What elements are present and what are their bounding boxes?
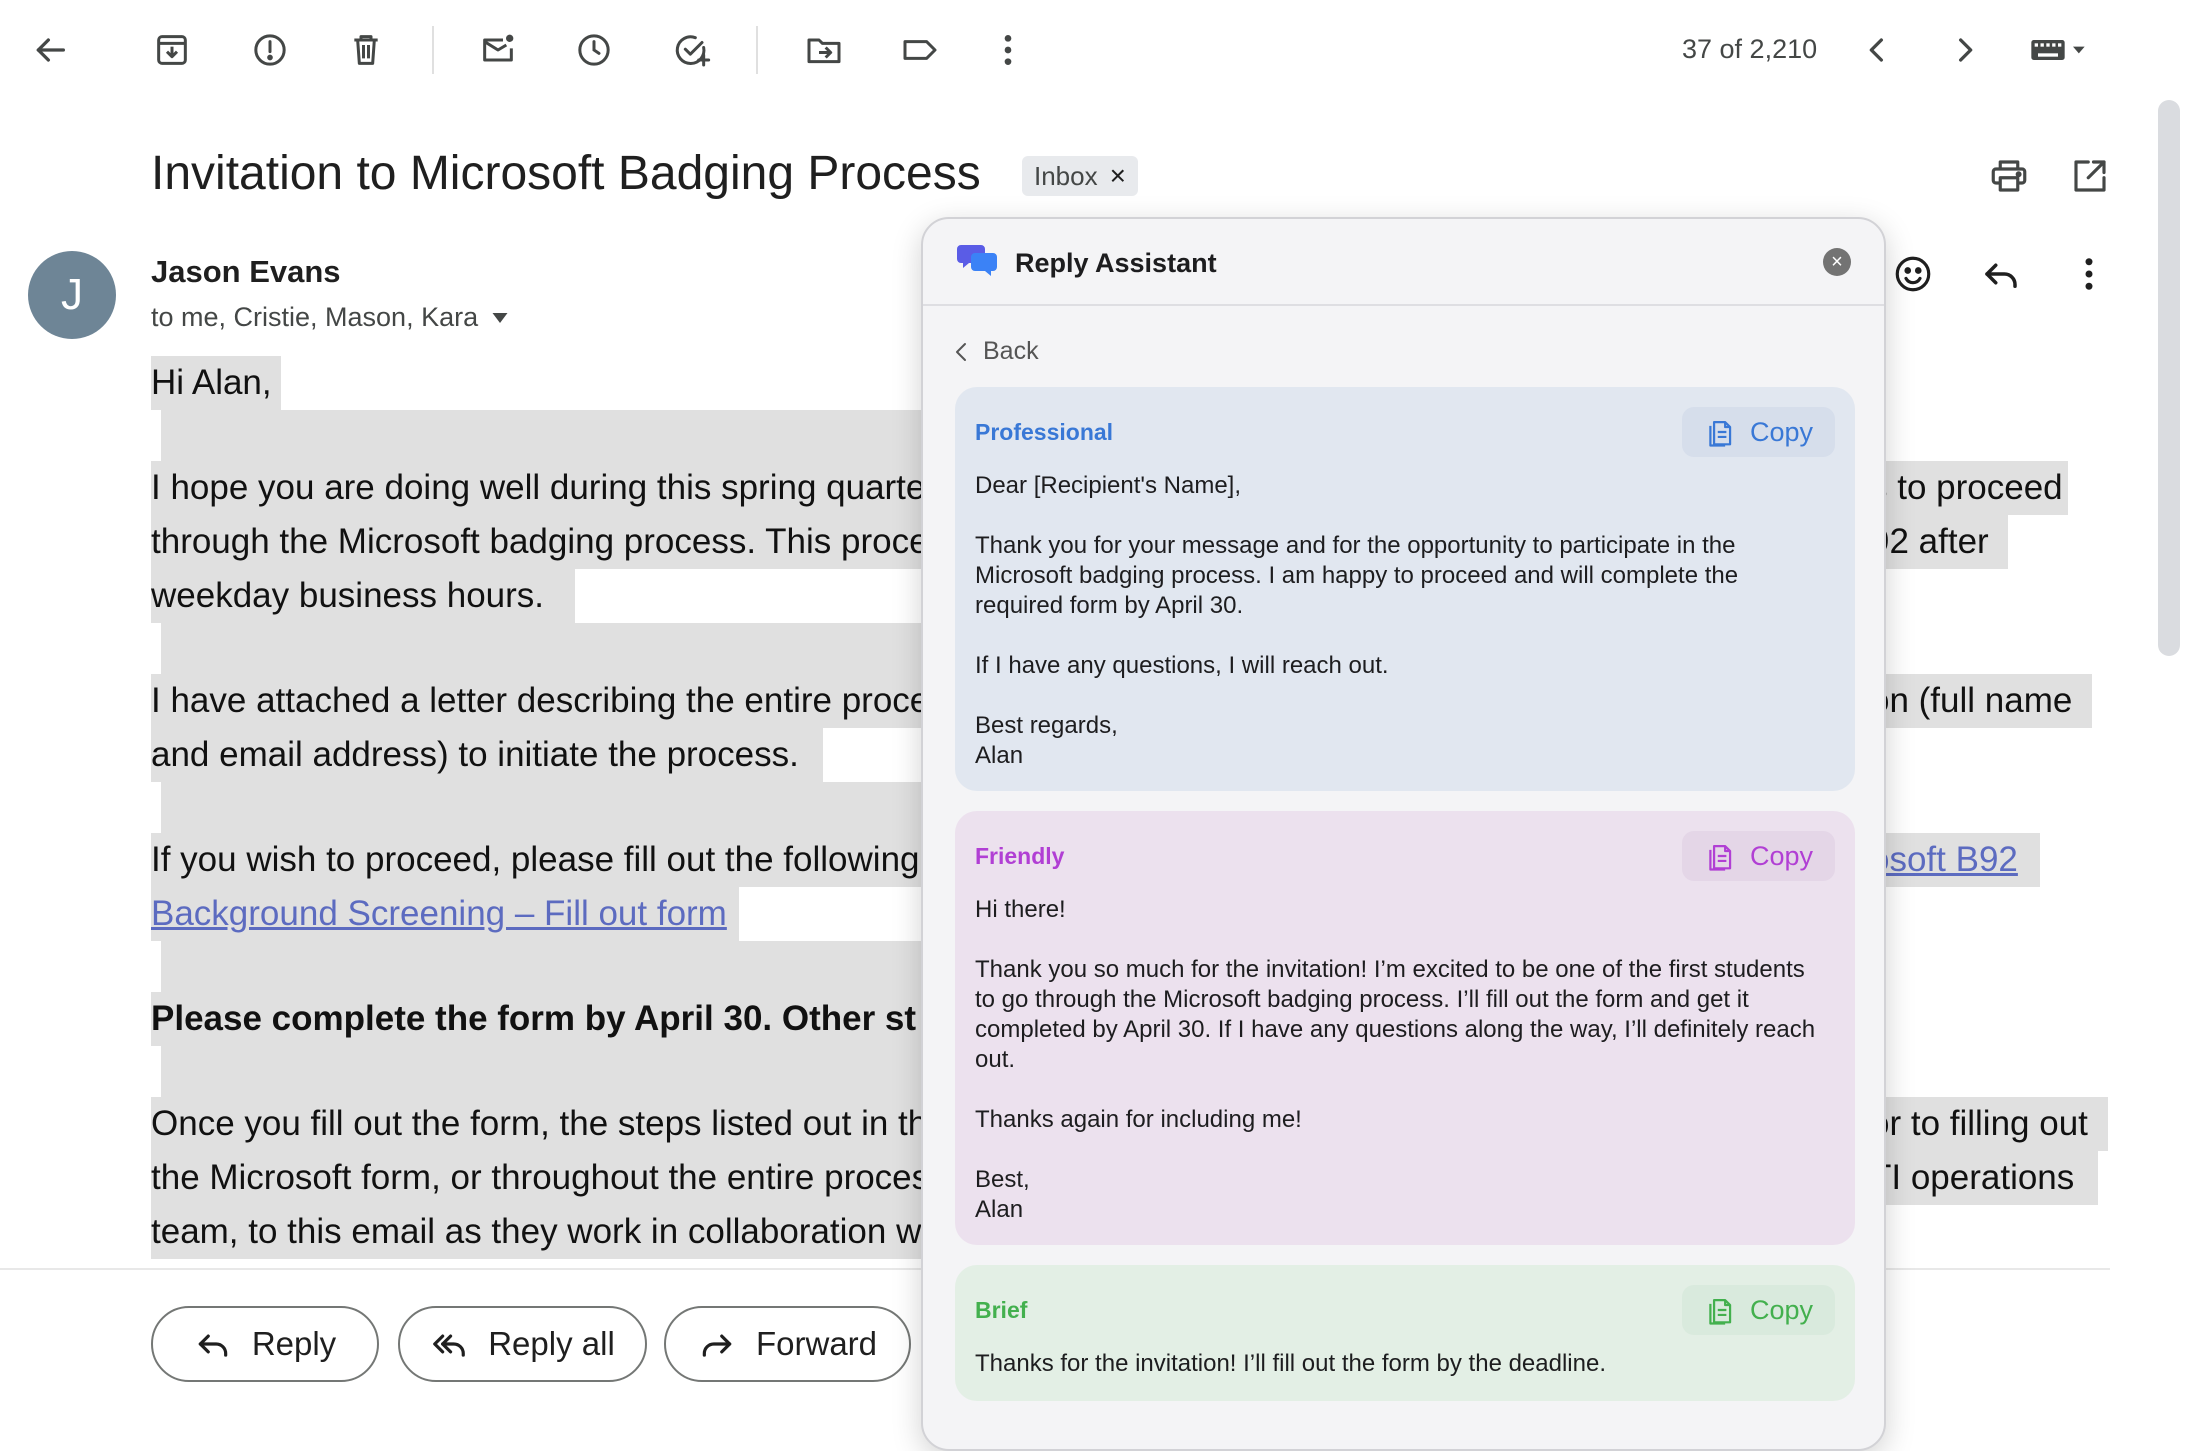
body-bold-line: Please complete the form by April 30. Ot… <box>151 992 931 1046</box>
report-spam-icon[interactable] <box>244 24 296 76</box>
reply-option-professional: Professional Copy Dear [Recipient's Name… <box>955 387 1855 791</box>
recipients-text: to me, Cristie, Mason, Kara <box>151 302 479 332</box>
delete-icon[interactable] <box>340 24 392 76</box>
body-line: Once you fill out the form, the steps li… <box>151 1097 931 1151</box>
reply-all-button[interactable]: Reply all <box>398 1306 647 1382</box>
body-line: TI operations <box>1870 1151 2098 1205</box>
archive-icon[interactable] <box>146 24 198 76</box>
reply-paragraph: Best regards, Alan <box>975 712 1118 769</box>
reply-assistant-header: Reply Assistant × <box>923 219 1884 306</box>
reply-paragraph: Thanks again for including me! <box>975 1106 1302 1133</box>
copy-icon <box>1709 421 1732 447</box>
reply-paragraph: Dear [Recipient's Name], <box>975 472 1242 499</box>
copy-button[interactable]: Copy <box>1681 1285 1835 1335</box>
newer-chevron-icon[interactable] <box>1852 24 1904 76</box>
move-to-icon[interactable] <box>798 24 850 76</box>
more-vert-icon[interactable] <box>982 24 1034 76</box>
body-line: I have attached a letter describing the … <box>151 674 931 728</box>
copy-button-label: Copy <box>1749 1294 1813 1325</box>
body-line: s to proceed <box>1870 461 2068 515</box>
forward-button-label: Forward <box>755 1325 878 1362</box>
reply-text: Dear [Recipient's Name], Thank you for y… <box>975 471 1831 771</box>
close-icon[interactable]: × <box>1823 248 1851 276</box>
body-line: I hope you are doing well during this sp… <box>151 461 931 515</box>
background-screening-link[interactable]: Background Screening – Fill out form <box>151 887 739 941</box>
message-more-icon[interactable] <box>2061 246 2117 302</box>
forward-icon <box>702 1334 732 1357</box>
emoji-reaction-icon[interactable] <box>1885 246 1941 302</box>
reply-paragraph: If I have any questions, I will reach ou… <box>975 652 1389 679</box>
copy-button-label: Copy <box>1749 416 1813 447</box>
copy-button-label: Copy <box>1749 840 1813 871</box>
label-icon[interactable] <box>894 24 946 76</box>
reply-button[interactable]: Reply <box>151 1306 379 1382</box>
body-line: weekday business hours. <box>151 569 575 623</box>
reply-text: Hi there! Thank you so much for the invi… <box>975 895 1831 1225</box>
add-to-tasks-icon[interactable] <box>666 24 718 76</box>
background-screening-link[interactable]: osoft B92 <box>1870 833 2040 887</box>
reply-icon <box>198 1334 228 1357</box>
body-line: through the Microsoft badging process. T… <box>151 515 931 569</box>
body-line: and email address) to initiate the proce… <box>151 728 823 782</box>
reply-paragraph: Thank you so much for the invitation! I’… <box>975 956 1816 1073</box>
reply-paragraph: Best, Alan <box>975 1166 1030 1223</box>
reply-assistant-title: Reply Assistant <box>1015 248 1217 278</box>
forward-button[interactable]: Forward <box>664 1306 911 1382</box>
body-greeting: Hi Alan, <box>151 356 281 410</box>
reply-option-friendly: Friendly Copy Hi there! Thank you so muc… <box>955 811 1855 1245</box>
reply-paragraph: Thanks for the invitation! I’ll fill out… <box>975 1350 1606 1377</box>
remove-label-icon[interactable]: × <box>1110 160 1126 192</box>
reply-text: Thanks for the invitation! I’ll fill out… <box>975 1349 1831 1379</box>
back-button-label: Back <box>983 337 1039 365</box>
recipients-line[interactable]: to me, Cristie, Mason, Kara <box>151 302 508 333</box>
scrollbar-thumb[interactable] <box>2158 100 2180 656</box>
message-toolbar: 37 of 2,210 <box>0 0 2188 100</box>
tone-label: Friendly <box>975 843 1065 869</box>
body-line: on (full name <box>1870 674 2092 728</box>
pager-count: 37 of 2,210 <box>1682 34 1818 64</box>
print-icon[interactable] <box>1981 148 2037 204</box>
inbox-label-chip: Inbox × <box>1022 156 1138 196</box>
reply-assistant-panel: Reply Assistant × Back Professional Copy… <box>921 217 1886 1451</box>
older-chevron-icon[interactable] <box>1938 24 1990 76</box>
reply-paragraph: Hi there! <box>975 896 1066 923</box>
input-tools-keyboard-icon[interactable] <box>2022 24 2094 76</box>
reply-icon[interactable] <box>1973 246 2029 302</box>
inbox-label-text: Inbox <box>1034 160 1098 191</box>
email-subject: Invitation to Microsoft Badging Process <box>151 147 981 200</box>
back-button[interactable]: Back <box>955 337 1039 366</box>
body-line: team, to this email as they work in coll… <box>151 1205 931 1259</box>
body-line: or to filling out <box>1870 1097 2108 1151</box>
snooze-icon[interactable] <box>568 24 620 76</box>
reply-option-brief: Brief Copy Thanks for the invitation! I’… <box>955 1265 1855 1401</box>
sender-avatar[interactable]: J <box>28 251 116 339</box>
tone-label: Professional <box>975 419 1114 445</box>
reply-button-label: Reply <box>251 1325 337 1362</box>
chat-bubbles-icon <box>957 245 997 276</box>
copy-icon <box>1709 845 1732 871</box>
recipients-dropdown-icon[interactable] <box>492 312 508 323</box>
copy-icon <box>1709 1299 1732 1325</box>
chevron-left-icon <box>956 342 966 361</box>
copy-button[interactable]: Copy <box>1681 831 1835 881</box>
reply-all-button-label: Reply all <box>488 1325 615 1362</box>
tone-label: Brief <box>975 1297 1028 1323</box>
copy-button[interactable]: Copy <box>1681 407 1835 457</box>
sender-name[interactable]: Jason Evans <box>151 254 341 290</box>
body-line: If you wish to proceed, please fill out … <box>151 833 931 887</box>
back-arrow-icon[interactable] <box>24 24 76 76</box>
mark-unread-icon[interactable] <box>472 24 524 76</box>
body-line: the Microsoft form, or throughout the en… <box>151 1151 931 1205</box>
reply-all-icon <box>433 1334 466 1357</box>
body-line: 92 after <box>1870 515 2008 569</box>
open-in-new-window-icon[interactable] <box>2062 148 2118 204</box>
reply-paragraph: Thank you for your message and for the o… <box>975 532 1739 619</box>
